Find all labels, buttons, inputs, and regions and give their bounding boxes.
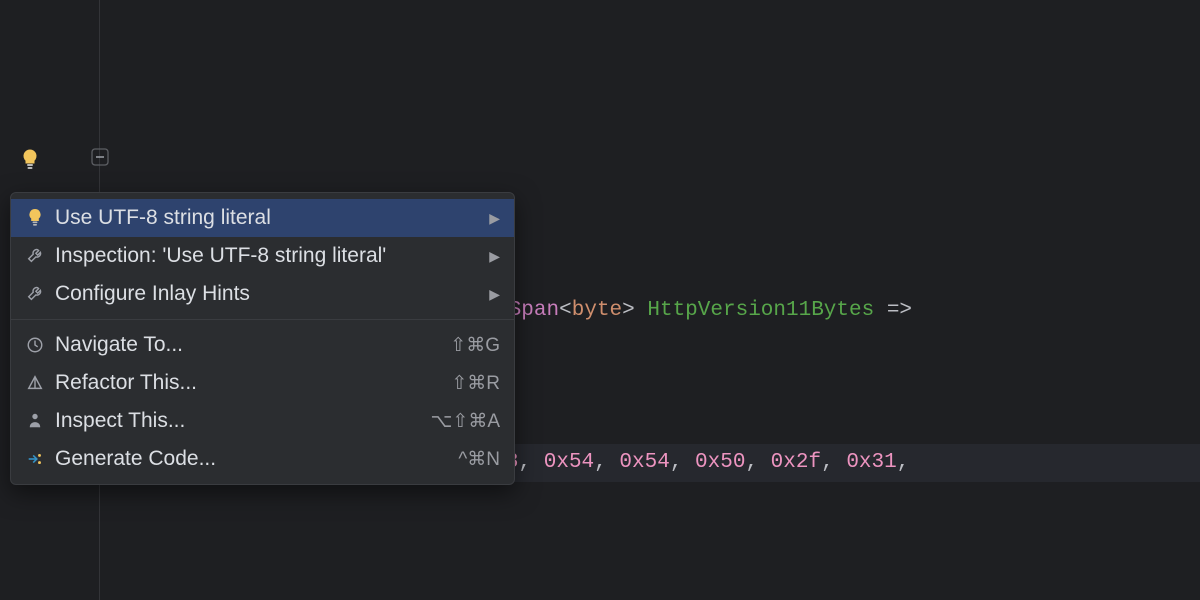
code-blank [100,76,1200,178]
inspect-icon [25,411,45,431]
intention-bulb-icon[interactable] [18,148,42,172]
menu-label: Configure Inlay Hints [55,282,471,306]
menu-label: Inspection: 'Use UTF-8 string literal' [55,244,471,268]
generate-icon [25,449,45,469]
refactor-icon [25,373,45,393]
identifier-httpversion11bytes: HttpVersion11Bytes [647,292,874,330]
bulb-icon [25,208,45,228]
menu-shortcut: ⇧⌘G [450,334,500,357]
menu-label: Navigate To... [55,333,428,357]
compass-icon [25,335,45,355]
menu-item-generate-code[interactable]: Generate Code... ^⌘N [11,440,514,478]
menu-item-configure-inlay[interactable]: Configure Inlay Hints ▶ [11,275,514,313]
wrench-icon [25,246,45,266]
intention-context-menu: Use UTF-8 string literal ▶ Inspection: '… [10,192,515,485]
submenu-arrow-icon: ▶ [489,210,500,227]
submenu-arrow-icon: ▶ [489,286,500,303]
menu-item-navigate-to[interactable]: Navigate To... ⇧⌘G [11,326,514,364]
menu-separator [11,319,514,320]
menu-label: Refactor This... [55,371,429,395]
menu-item-use-utf8[interactable]: Use UTF-8 string literal ▶ [11,199,514,237]
menu-shortcut: ⌥⇧⌘A [431,410,501,433]
menu-shortcut: ⇧⌘R [451,372,500,395]
menu-item-inspection[interactable]: Inspection: 'Use UTF-8 string literal' ▶ [11,237,514,275]
submenu-arrow-icon: ▶ [489,248,500,265]
menu-label: Inspect This... [55,409,409,433]
menu-item-inspect-this[interactable]: Inspect This... ⌥⇧⌘A [11,402,514,440]
menu-item-refactor-this[interactable]: Refactor This... ⇧⌘R [11,364,514,402]
wrench-icon [25,284,45,304]
menu-shortcut: ^⌘N [458,448,500,471]
menu-label: Generate Code... [55,447,436,471]
menu-label: Use UTF-8 string literal [55,206,471,230]
